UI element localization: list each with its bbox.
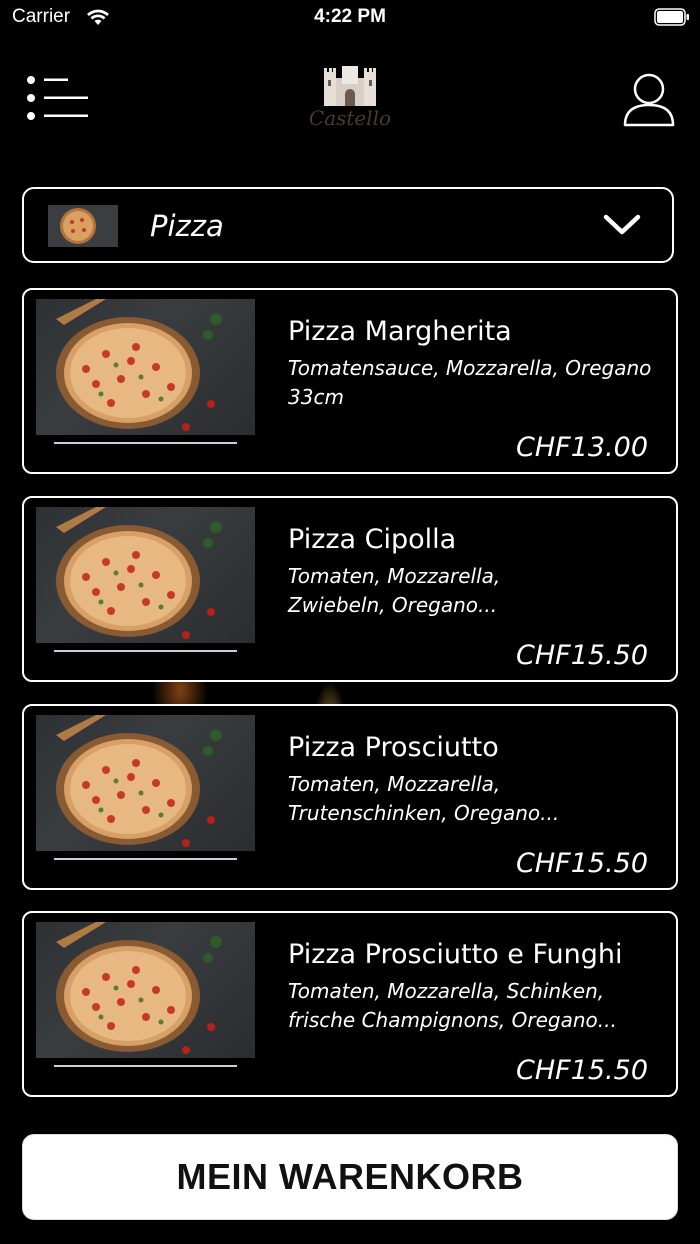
product-name: Pizza Margherita — [288, 316, 512, 347]
category-label: Pizza — [150, 209, 224, 243]
profile-icon[interactable] — [622, 72, 676, 128]
status-bar: Carrier 4:22 PM — [0, 0, 700, 36]
logo-text: Castello — [308, 106, 392, 130]
pizza-icon — [56, 922, 222, 1054]
pizza-icon — [56, 299, 222, 431]
battery-icon — [654, 8, 689, 26]
product-card[interactable]: Pizza Cipolla Tomaten, Mozzarella, Zwieb… — [22, 496, 678, 682]
pizza-icon — [56, 715, 222, 847]
chevron-down-icon[interactable] — [602, 213, 642, 237]
image-divider — [54, 442, 237, 444]
product-description: Tomaten, Mozzarella, Zwiebeln, Oregano..… — [288, 564, 501, 617]
product-name: Pizza Prosciutto — [288, 732, 499, 763]
image-divider — [54, 650, 237, 652]
product-name: Pizza Cipolla — [288, 524, 457, 555]
category-dropdown[interactable]: Pizza — [22, 187, 674, 263]
product-price: CHF15.50 — [516, 640, 648, 671]
product-name: Pizza Prosciutto e Funghi — [288, 939, 623, 970]
product-card[interactable]: Pizza Margherita Tomatensauce, Mozzarell… — [22, 288, 678, 474]
category-thumbnail — [48, 205, 118, 247]
castello-logo: Castello — [300, 64, 400, 136]
pizza-icon — [56, 507, 222, 639]
product-description: Tomaten, Mozzarella, Trutenschinken, Ore… — [288, 772, 560, 825]
product-price: CHF13.00 — [516, 432, 648, 463]
image-divider — [54, 1065, 237, 1067]
castle-icon — [324, 66, 376, 106]
pizza-image — [36, 922, 255, 1058]
product-description: Tomaten, Mozzarella, Schinken, frische C… — [288, 979, 617, 1032]
product-price: CHF15.50 — [516, 1055, 648, 1086]
pizza-image — [36, 507, 255, 643]
pizza-image — [36, 715, 255, 851]
cart-button[interactable]: MEIN WARENKORB — [22, 1134, 678, 1220]
pizza-image — [36, 299, 255, 435]
product-card[interactable]: Pizza Prosciutto Tomaten, Mozzarella, Tr… — [22, 704, 678, 890]
product-description: Tomatensauce, Mozzarella, Oregano 33cm — [288, 356, 652, 409]
menu-icon[interactable] — [26, 76, 90, 120]
image-divider — [54, 858, 237, 860]
product-card[interactable]: Pizza Prosciutto e Funghi Tomaten, Mozza… — [22, 911, 678, 1097]
status-time: 4:22 PM — [314, 6, 386, 27]
product-price: CHF15.50 — [516, 848, 648, 879]
